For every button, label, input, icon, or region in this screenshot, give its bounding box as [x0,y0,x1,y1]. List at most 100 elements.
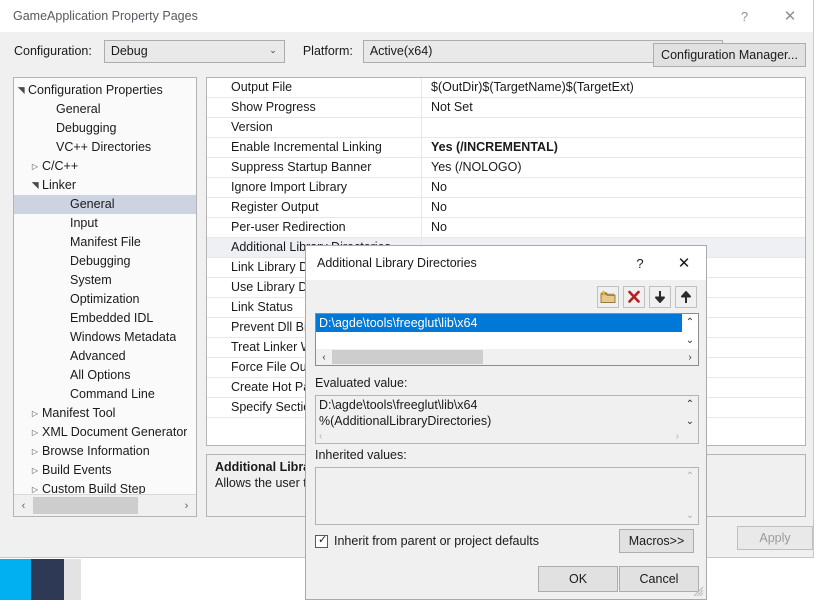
property-row[interactable]: Suppress Startup BannerYes (/NOLOGO) [207,158,805,178]
tree-item-vc-directories[interactable]: VC++ Directories [14,138,196,157]
dialog-help-icon[interactable]: ? [618,246,662,280]
evaluated-value-line: %(AdditionalLibraryDirectories) [319,413,682,429]
tree-item-optimization[interactable]: Optimization [14,290,196,309]
property-name: Version [207,118,422,137]
tree-scroll-thumb[interactable] [33,497,138,514]
close-icon[interactable]: ✕ [767,0,813,32]
tree-item-build-events[interactable]: ▷Build Events [14,461,196,480]
tree-item-label: Input [70,214,98,233]
inherit-defaults-label: Inherit from parent or project defaults [334,534,539,548]
tree-item-general[interactable]: General [14,100,196,119]
scroll-down-icon[interactable]: ⌄ [682,413,698,430]
property-value[interactable]: $(OutDir)$(TargetName)$(TargetExt) [422,78,805,97]
configuration-label: Configuration: [14,44,92,58]
tree-item-general[interactable]: General [14,195,196,214]
tree-item-advanced[interactable]: Advanced [14,347,196,366]
scroll-up-icon[interactable]: ⌃ [682,396,698,413]
property-row[interactable]: Output File$(OutDir)$(TargetName)$(Targe… [207,78,805,98]
dialog-cancel-button[interactable]: Cancel [619,566,699,592]
scroll-left-icon[interactable]: ‹ [14,495,33,516]
scroll-up-icon[interactable]: ⌃ [682,468,698,485]
scroll-down-icon[interactable]: ⌄ [682,507,698,524]
tree-item-label: General [56,100,100,119]
move-down-icon[interactable] [649,286,671,308]
scroll-down-icon[interactable]: ⌄ [682,332,698,350]
triangle-right-icon[interactable]: ▷ [28,157,42,176]
triangle-down-icon[interactable]: ◢ [13,84,31,98]
evaluated-vertical-scrollbar[interactable]: ⌃ ⌄ [682,396,698,443]
tree-item-linker[interactable]: ◢Linker [14,176,196,195]
scroll-left-icon[interactable]: ‹ [316,349,332,365]
tree-item-browse-information[interactable]: ▷Browse Information [14,442,196,461]
property-name: Output File [207,78,422,97]
tree-item-input[interactable]: Input [14,214,196,233]
evaluated-horizontal-scrollbar[interactable]: ‹ › [316,429,682,443]
tree-item-debugging[interactable]: Debugging [14,252,196,271]
tree-item-command-line[interactable]: Command Line [14,385,196,404]
tree-item-configuration-properties[interactable]: ◢Configuration Properties [14,81,196,100]
dialog-ok-button[interactable]: OK [538,566,618,592]
property-row[interactable]: Show ProgressNot Set [207,98,805,118]
dialog-close-icon[interactable]: ✕ [662,246,706,280]
resize-grip-icon[interactable] [692,585,704,597]
property-row[interactable]: Ignore Import LibraryNo [207,178,805,198]
list-scroll-track[interactable] [332,349,682,365]
new-folder-icon[interactable] [597,286,619,308]
tree-item-all-options[interactable]: All Options [14,366,196,385]
property-row[interactable]: Per-user RedirectionNo [207,218,805,238]
triangle-right-icon[interactable]: ▷ [28,442,42,461]
inherit-defaults-checkbox[interactable]: ✓ [315,535,328,548]
apply-button[interactable]: Apply [737,526,813,550]
triangle-down-icon[interactable]: ◢ [26,179,45,193]
tree-item-label: General [70,195,114,214]
inherit-defaults-checkbox-row[interactable]: ✓ Inherit from parent or project default… [315,534,539,548]
property-value[interactable] [422,118,805,137]
help-icon[interactable]: ? [722,0,767,32]
property-value[interactable]: Yes (/INCREMENTAL) [422,138,805,157]
tree-item-system[interactable]: System [14,271,196,290]
tree-item-debugging[interactable]: Debugging [14,119,196,138]
tree-item-embedded-idl[interactable]: Embedded IDL [14,309,196,328]
scroll-left-icon[interactable]: ‹ [319,431,322,442]
tree-horizontal-scrollbar[interactable]: ‹ › [14,494,196,516]
property-value[interactable]: No [422,178,805,197]
tree-scroll-track[interactable] [33,495,177,516]
library-directory-item[interactable]: D:\agde\tools\freeglut\lib\x64 [316,314,682,332]
property-row[interactable]: Enable Incremental LinkingYes (/INCREMEN… [207,138,805,158]
macros-button[interactable]: Macros>> [619,529,694,553]
property-value[interactable]: Not Set [422,98,805,117]
list-vertical-scrollbar[interactable]: ⌃ ⌄ [682,314,698,349]
scroll-right-icon[interactable]: › [682,349,698,365]
triangle-right-icon[interactable]: ▷ [28,404,42,423]
tree-item-label: XML Document Generator [42,423,187,442]
property-row[interactable]: Version [207,118,805,138]
property-value[interactable]: Yes (/NOLOGO) [422,158,805,177]
inherited-vertical-scrollbar[interactable]: ⌃ ⌄ [682,468,698,524]
move-up-icon[interactable] [675,286,697,308]
configuration-tree[interactable]: ◢Configuration Properties General Debugg… [13,77,197,517]
delete-icon[interactable] [623,286,645,308]
property-value[interactable]: No [422,198,805,217]
triangle-right-icon[interactable]: ▷ [28,461,42,480]
scroll-up-icon[interactable]: ⌃ [682,314,698,332]
scroll-right-icon[interactable]: › [177,495,196,516]
check-icon: ✓ [318,534,327,547]
tree-item-manifest-file[interactable]: Manifest File [14,233,196,252]
configuration-dropdown[interactable]: Debug ⌄ [104,40,285,63]
tree-item-windows-metadata[interactable]: Windows Metadata [14,328,196,347]
tree-item-c-c[interactable]: ▷C/C++ [14,157,196,176]
tree-item-xml-document-generator[interactable]: ▷XML Document Generator [14,423,196,442]
inherited-values-box: ⌃ ⌄ [315,467,699,525]
list-horizontal-scrollbar[interactable]: ‹ › [316,349,698,365]
tree-item-manifest-tool[interactable]: ▷Manifest Tool [14,404,196,423]
configuration-manager-button[interactable]: Configuration Manager... [653,43,806,67]
property-value[interactable]: No [422,218,805,237]
tree-item-label: Debugging [56,119,116,138]
property-row[interactable]: Register OutputNo [207,198,805,218]
list-scroll-thumb[interactable] [332,350,483,364]
triangle-right-icon[interactable]: ▷ [28,423,42,442]
library-directories-list[interactable]: D:\agde\tools\freeglut\lib\x64 ⌃ ⌄ ‹ › [315,313,699,366]
scroll-right-icon[interactable]: › [676,431,679,442]
tree-arrow-spacer [56,309,70,328]
tree-item-label: Command Line [70,385,155,404]
